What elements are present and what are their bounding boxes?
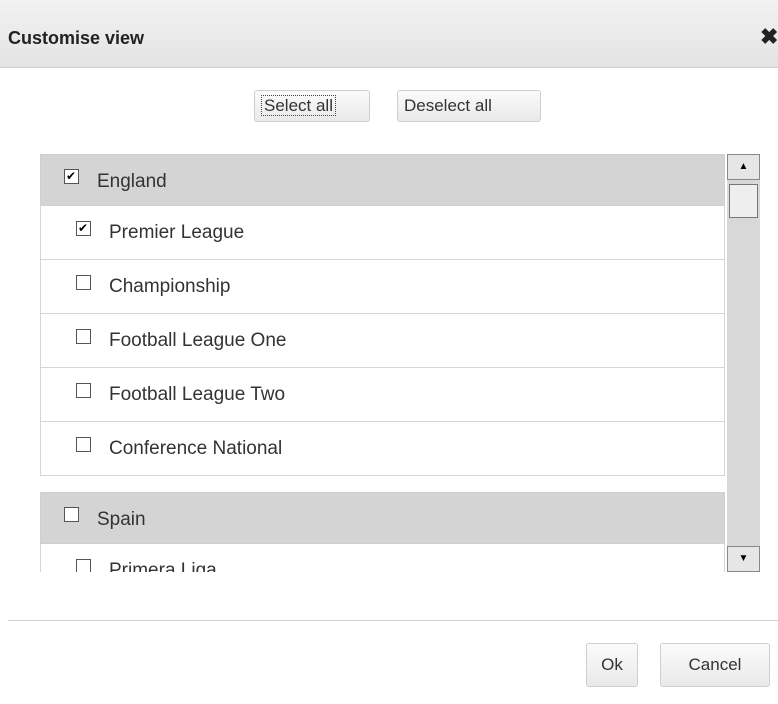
league-checkbox[interactable] (76, 437, 91, 452)
league-row[interactable]: Football League One (40, 314, 725, 368)
league-list-content: England Premier League Championship Footbal… (40, 154, 725, 572)
scroll-down-button[interactable]: ▼ (727, 546, 760, 572)
deselect-all-button[interactable]: Deselect all (397, 90, 541, 122)
dialog-title: Customise view (8, 28, 145, 48)
league-row[interactable]: Primera Liga (40, 544, 725, 572)
group-spain: Spain Primera Liga (40, 492, 725, 572)
select-all-label: Select all (261, 95, 336, 116)
dialog-titlebar: Customise view ✖ (0, 0, 778, 68)
select-all-button[interactable]: Select all (254, 90, 370, 122)
league-checkbox[interactable] (76, 383, 91, 398)
league-label: Premier League (109, 222, 245, 243)
group-label: Spain (97, 509, 146, 530)
ok-button[interactable]: Ok (586, 643, 638, 687)
league-label: Conference National (109, 438, 283, 459)
league-label: Primera Liga (109, 560, 217, 572)
league-checkbox[interactable] (76, 329, 91, 344)
group-header[interactable]: England (40, 154, 725, 206)
league-label: Championship (109, 276, 231, 297)
league-checkbox[interactable] (76, 559, 91, 572)
league-row[interactable]: Premier League (40, 206, 725, 260)
league-row[interactable]: Football League Two (40, 368, 725, 422)
scroll-thumb[interactable] (729, 184, 758, 218)
list-scrollbar[interactable]: ▲ ▼ (727, 154, 760, 572)
cancel-button[interactable]: Cancel (660, 643, 770, 687)
group-header[interactable]: Spain (40, 492, 725, 544)
footer-divider (8, 620, 778, 621)
group-checkbox[interactable] (64, 169, 79, 184)
group-label: England (97, 171, 167, 192)
league-row[interactable]: Championship (40, 260, 725, 314)
league-checkbox[interactable] (76, 275, 91, 290)
league-row[interactable]: Conference National (40, 422, 725, 476)
league-checkbox[interactable] (76, 221, 91, 236)
group-england: England Premier League Championship Footbal… (40, 154, 725, 476)
league-label: Football League Two (109, 384, 286, 405)
league-label: Football League One (109, 330, 287, 351)
close-icon[interactable]: ✖ (760, 24, 778, 50)
league-list[interactable]: England Premier League Championship Footbal… (40, 154, 760, 572)
group-checkbox[interactable] (64, 507, 79, 522)
scroll-up-button[interactable]: ▲ (727, 154, 760, 180)
